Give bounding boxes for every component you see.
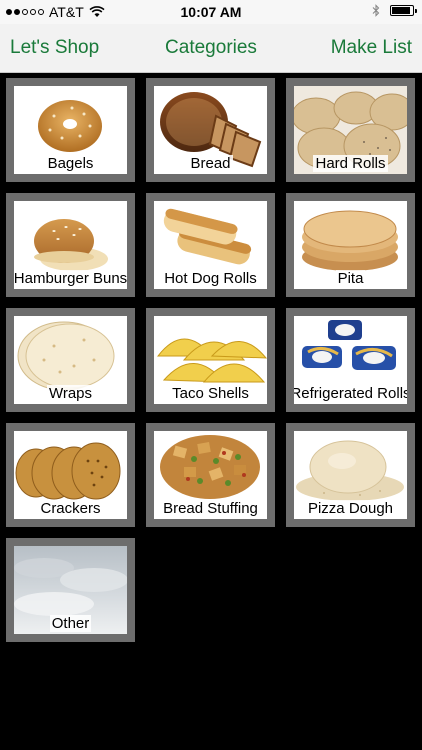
category-tile[interactable]: Hamburger Buns xyxy=(6,193,135,297)
category-tile[interactable]: Pita xyxy=(286,193,415,297)
category-tile[interactable]: Bread xyxy=(146,78,275,182)
battery-fill xyxy=(392,7,410,14)
bluetooth-icon xyxy=(372,4,380,17)
category-tile[interactable]: Crackers xyxy=(6,423,135,527)
category-tile[interactable]: Bagels xyxy=(6,78,135,182)
category-label-wrap: Hamburger Buns xyxy=(14,270,127,287)
category-image: Pita xyxy=(294,201,407,289)
category-label-wrap: Crackers xyxy=(14,500,127,517)
category-label-wrap: Pizza Dough xyxy=(294,500,407,517)
category-label-wrap: Wraps xyxy=(14,385,127,402)
category-tile[interactable]: Pizza Dough xyxy=(286,423,415,527)
category-image: Bread Stuffing xyxy=(154,431,267,519)
category-image: Hamburger Buns xyxy=(14,201,127,289)
category-label: Hard Rolls xyxy=(313,155,388,172)
category-image: Taco Shells xyxy=(154,316,267,404)
category-label-wrap: Refrigerated Rolls xyxy=(294,385,407,402)
category-image: Refrigerated Rolls xyxy=(294,316,407,404)
category-label: Bread Stuffing xyxy=(161,500,260,517)
category-image: Other xyxy=(14,546,127,634)
status-bar: AT&T 10:07 AM xyxy=(0,0,422,24)
category-image: Wraps xyxy=(14,316,127,404)
category-image: Pizza Dough xyxy=(294,431,407,519)
status-time: 10:07 AM xyxy=(180,4,242,20)
category-image: Bagels xyxy=(14,86,127,174)
category-label-wrap: Hot Dog Rolls xyxy=(154,270,267,287)
category-tile[interactable]: Bread Stuffing xyxy=(146,423,275,527)
category-label: Bagels xyxy=(45,155,96,172)
category-label-wrap: Bread Stuffing xyxy=(154,500,267,517)
category-tile[interactable]: Taco Shells xyxy=(146,308,275,412)
category-label: Hamburger Buns xyxy=(14,270,127,287)
category-label-wrap: Bread xyxy=(154,155,267,172)
make-list-button[interactable]: Make List xyxy=(331,37,412,59)
category-label-wrap: Pita xyxy=(294,270,407,287)
category-label: Hot Dog Rolls xyxy=(162,270,259,287)
battery-icon xyxy=(390,5,417,16)
category-image: Bread xyxy=(154,86,267,174)
category-label-wrap: Taco Shells xyxy=(154,385,267,402)
category-label: Bread xyxy=(188,155,233,172)
navigation-bar: Let's Shop Categories Make List xyxy=(0,24,422,73)
category-image: Hard Rolls xyxy=(294,86,407,174)
category-label-wrap: Other xyxy=(14,615,127,632)
category-label: Refrigerated Rolls xyxy=(294,385,407,402)
category-label: Wraps xyxy=(46,385,95,402)
category-label: Crackers xyxy=(38,500,103,517)
category-tile[interactable]: Refrigerated Rolls xyxy=(286,308,415,412)
category-tile[interactable]: Other xyxy=(6,538,135,642)
category-tile[interactable]: Hot Dog Rolls xyxy=(146,193,275,297)
category-label: Taco Shells xyxy=(170,385,251,402)
category-label: Pizza Dough xyxy=(305,500,396,517)
status-right xyxy=(372,4,417,17)
category-tile[interactable]: Wraps xyxy=(6,308,135,412)
category-label: Other xyxy=(49,615,92,632)
category-label-wrap: Bagels xyxy=(14,155,127,172)
category-image: Hot Dog Rolls xyxy=(154,201,267,289)
category-tile[interactable]: Hard Rolls xyxy=(286,78,415,182)
category-image: Crackers xyxy=(14,431,127,519)
category-label: Pita xyxy=(335,270,366,287)
category-label-wrap: Hard Rolls xyxy=(294,155,407,172)
